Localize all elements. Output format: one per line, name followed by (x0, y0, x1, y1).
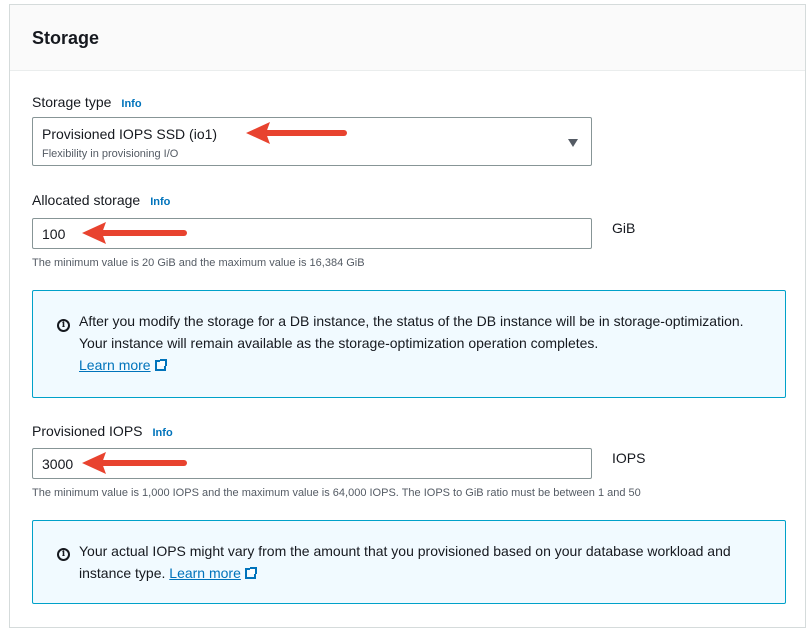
learn-more-label: Learn more (79, 357, 151, 373)
panel-title: Storage (32, 28, 100, 48)
allocated-storage-unit: GiB (612, 220, 636, 236)
panel-header: Storage (10, 5, 805, 71)
storage-alert-text-block: After you modify the storage for a DB in… (79, 310, 765, 376)
annotation-arrow-storage-type (246, 122, 347, 144)
provisioned-iops-label: Provisioned IOPS (32, 423, 143, 439)
learn-more-label: Learn more (169, 565, 241, 581)
storage-alert-text: After you modify the storage for a DB in… (79, 313, 744, 351)
storage-type-selected-value: Provisioned IOPS SSD (io1) (42, 126, 218, 142)
storage-type-label: Storage type (32, 94, 112, 110)
provisioned-iops-label-row: Provisioned IOPS Info (32, 423, 173, 439)
info-circle-icon: i (57, 319, 70, 332)
storage-panel: Storage Storage type Info Provisioned IO… (9, 4, 806, 628)
info-circle-icon: i (57, 548, 70, 561)
storage-alert-learn-more-link[interactable]: Learn more (79, 357, 167, 373)
provisioned-iops-info-link[interactable]: Info (153, 427, 173, 439)
caret-down-icon (568, 139, 578, 147)
allocated-storage-label-row: Allocated storage Info (32, 192, 170, 208)
iops-alert-learn-more-link[interactable]: Learn more (169, 565, 257, 581)
allocated-storage-info-link[interactable]: Info (150, 196, 170, 208)
iops-alert-text-block: Your actual IOPS might vary from the amo… (79, 540, 765, 584)
provisioned-iops-constraint: The minimum value is 1,000 IOPS and the … (32, 487, 641, 499)
provisioned-iops-unit: IOPS (612, 450, 646, 466)
iops-variance-alert: i Your actual IOPS might vary from the a… (32, 520, 786, 604)
external-link-icon (154, 359, 167, 371)
storage-type-label-row: Storage type Info (32, 94, 142, 110)
external-link-icon (244, 567, 257, 579)
allocated-storage-constraint: The minimum value is 20 GiB and the maxi… (32, 257, 365, 269)
storage-type-description: Flexibility in provisioning I/O (42, 148, 179, 160)
storage-type-info-link[interactable]: Info (121, 98, 141, 110)
annotation-arrow-provisioned-iops (82, 452, 187, 474)
annotation-arrow-allocated-storage (82, 222, 187, 244)
storage-optimization-alert: i After you modify the storage for a DB … (32, 290, 786, 398)
allocated-storage-label: Allocated storage (32, 192, 141, 208)
